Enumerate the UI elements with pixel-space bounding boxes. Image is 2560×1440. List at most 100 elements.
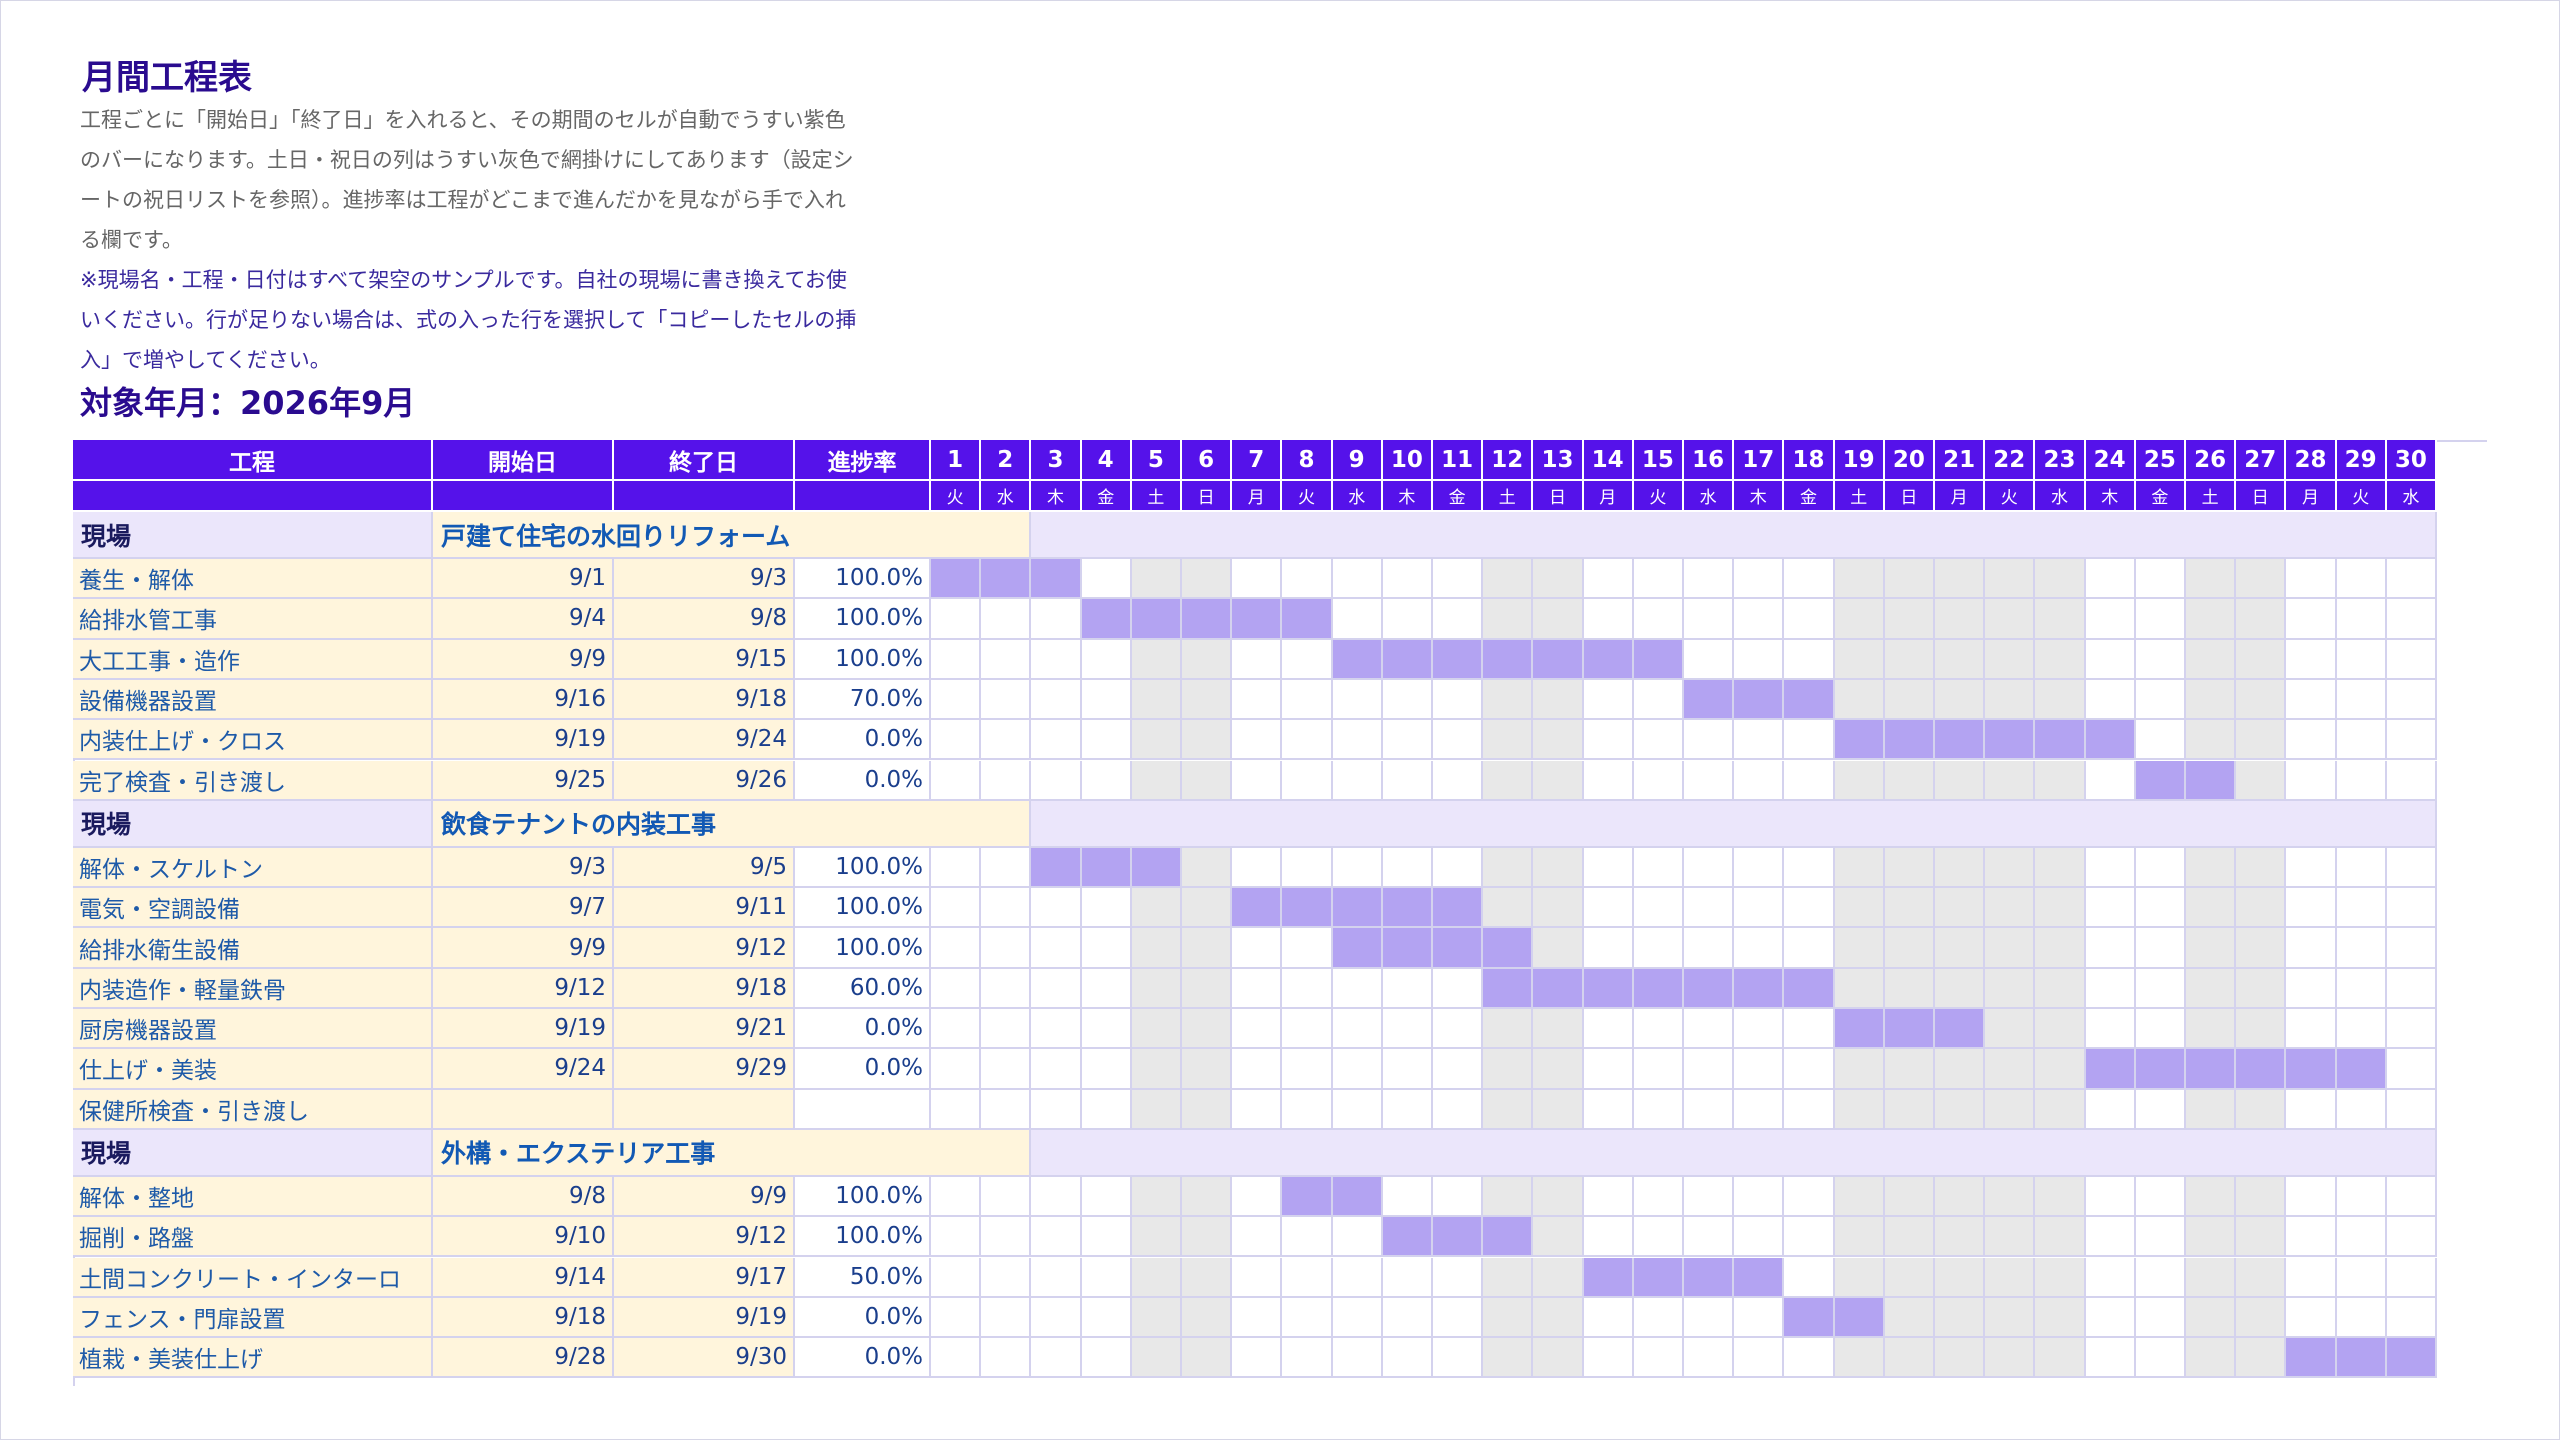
task-progress[interactable]: 70.0% — [795, 679, 931, 721]
gantt-bar-cell — [1684, 679, 1735, 721]
task-start[interactable]: 9/24 — [433, 1049, 614, 1090]
day-cell — [1282, 968, 1333, 1009]
task-start[interactable]: 9/25 — [433, 760, 614, 801]
day-cell — [1533, 888, 1584, 929]
day-cell — [1031, 1049, 1082, 1090]
task-name[interactable]: 仕上げ・美装 — [73, 1049, 433, 1090]
task-name[interactable]: 土間コンクリート・インターロ — [73, 1257, 433, 1298]
task-end[interactable]: 9/19 — [614, 1297, 795, 1339]
task-end[interactable]: 9/3 — [614, 559, 795, 600]
task-name[interactable]: フェンス・門扉設置 — [73, 1297, 433, 1339]
task-end[interactable]: 9/12 — [614, 928, 795, 969]
task-start[interactable]: 9/14 — [433, 1257, 614, 1298]
weekday-header: 日 — [1884, 481, 1935, 512]
task-end[interactable]: 9/8 — [614, 599, 795, 640]
task-progress[interactable]: 100.0% — [795, 599, 931, 640]
task-end[interactable]: 9/9 — [614, 1176, 795, 1218]
task-start[interactable]: 9/7 — [433, 888, 614, 929]
day-cell — [1182, 1089, 1233, 1130]
task-name[interactable]: 養生・解体 — [73, 559, 433, 600]
day-cell — [1633, 679, 1684, 721]
task-start[interactable]: 9/8 — [433, 1176, 614, 1218]
site-name[interactable]: 飲食テナントの内装工事 — [433, 800, 1032, 848]
task-end[interactable] — [614, 1089, 795, 1130]
day-cell — [1081, 1049, 1132, 1090]
task-progress[interactable]: 0.0% — [795, 720, 931, 761]
task-start[interactable]: 9/1 — [433, 559, 614, 600]
task-progress[interactable]: 100.0% — [795, 928, 931, 969]
task-progress[interactable]: 0.0% — [795, 1009, 931, 1050]
task-start[interactable]: 9/4 — [433, 599, 614, 640]
day-cell — [1985, 928, 2036, 969]
task-start[interactable]: 9/9 — [433, 639, 614, 680]
task-end[interactable]: 9/21 — [614, 1009, 795, 1050]
day-cell — [1081, 679, 1132, 721]
day-cell — [1332, 760, 1383, 801]
task-name[interactable]: 保健所検査・引き渡し — [73, 1089, 433, 1130]
task-end[interactable]: 9/11 — [614, 888, 795, 929]
weekday-header: 火 — [2336, 481, 2387, 512]
day-cell — [1985, 1176, 2036, 1218]
task-name[interactable]: 解体・整地 — [73, 1176, 433, 1218]
task-progress[interactable]: 50.0% — [795, 1257, 931, 1298]
gantt-bar-cell — [1031, 559, 1082, 600]
task-name[interactable]: 給排水衛生設備 — [73, 928, 433, 969]
gantt-bar-cell — [1784, 1297, 1835, 1339]
task-progress[interactable]: 100.0% — [795, 559, 931, 600]
header-end: 終了日 — [614, 440, 795, 481]
day-cell — [981, 847, 1032, 889]
day-cell — [1533, 760, 1584, 801]
task-name[interactable]: 設備機器設置 — [73, 679, 433, 721]
task-progress[interactable]: 60.0% — [795, 968, 931, 1009]
task-end[interactable]: 9/18 — [614, 679, 795, 721]
task-progress[interactable]: 0.0% — [795, 1338, 931, 1379]
task-name[interactable]: 電気・空調設備 — [73, 888, 433, 929]
task-name[interactable]: 植栽・美装仕上げ — [73, 1338, 433, 1379]
task-name[interactable]: 解体・スケルトン — [73, 847, 433, 889]
task-end[interactable]: 9/24 — [614, 720, 795, 761]
task-start[interactable]: 9/16 — [433, 679, 614, 721]
task-start[interactable]: 9/3 — [433, 847, 614, 889]
task-name[interactable]: 大工工事・造作 — [73, 639, 433, 680]
task-name[interactable]: 給排水管工事 — [73, 599, 433, 640]
task-start[interactable]: 9/28 — [433, 1338, 614, 1379]
task-end[interactable]: 9/18 — [614, 968, 795, 1009]
task-name[interactable]: 掘削・路盤 — [73, 1217, 433, 1258]
task-progress[interactable] — [795, 1089, 931, 1130]
task-start[interactable]: 9/18 — [433, 1297, 614, 1339]
task-progress[interactable]: 100.0% — [795, 1176, 931, 1218]
task-end[interactable]: 9/26 — [614, 760, 795, 801]
gantt-bar-cell — [931, 559, 982, 600]
task-name[interactable]: 内装仕上げ・クロス — [73, 720, 433, 761]
task-name[interactable]: 完了検査・引き渡し — [73, 760, 433, 801]
day-cell — [1332, 1049, 1383, 1090]
task-start[interactable]: 9/10 — [433, 1217, 614, 1258]
task-start[interactable]: 9/12 — [433, 968, 614, 1009]
day-cell — [981, 599, 1032, 640]
task-progress[interactable]: 0.0% — [795, 760, 931, 801]
task-end[interactable]: 9/5 — [614, 847, 795, 889]
site-name[interactable]: 外構・エクステリア工事 — [433, 1129, 1032, 1177]
task-start[interactable]: 9/9 — [433, 928, 614, 969]
task-name[interactable]: 厨房機器設置 — [73, 1009, 433, 1050]
task-start[interactable]: 9/19 — [433, 720, 614, 761]
task-progress[interactable]: 0.0% — [795, 1297, 931, 1339]
task-end[interactable]: 9/12 — [614, 1217, 795, 1258]
task-progress[interactable]: 100.0% — [795, 639, 931, 680]
task-progress[interactable]: 100.0% — [795, 847, 931, 889]
task-progress[interactable]: 0.0% — [795, 1049, 931, 1090]
task-end[interactable]: 9/17 — [614, 1257, 795, 1298]
day-cell — [931, 599, 982, 640]
day-cell — [2085, 639, 2136, 680]
site-name[interactable]: 戸建て住宅の水回りリフォーム — [433, 512, 1032, 559]
task-start[interactable] — [433, 1089, 614, 1130]
task-progress[interactable]: 100.0% — [795, 1217, 931, 1258]
day-cell — [1834, 1217, 1885, 1258]
task-start[interactable]: 9/19 — [433, 1009, 614, 1050]
day-cell — [1332, 1297, 1383, 1339]
task-progress[interactable]: 100.0% — [795, 888, 931, 929]
task-name[interactable]: 内装造作・軽量鉄骨 — [73, 968, 433, 1009]
task-end[interactable]: 9/15 — [614, 639, 795, 680]
task-end[interactable]: 9/30 — [614, 1338, 795, 1379]
task-end[interactable]: 9/29 — [614, 1049, 795, 1090]
